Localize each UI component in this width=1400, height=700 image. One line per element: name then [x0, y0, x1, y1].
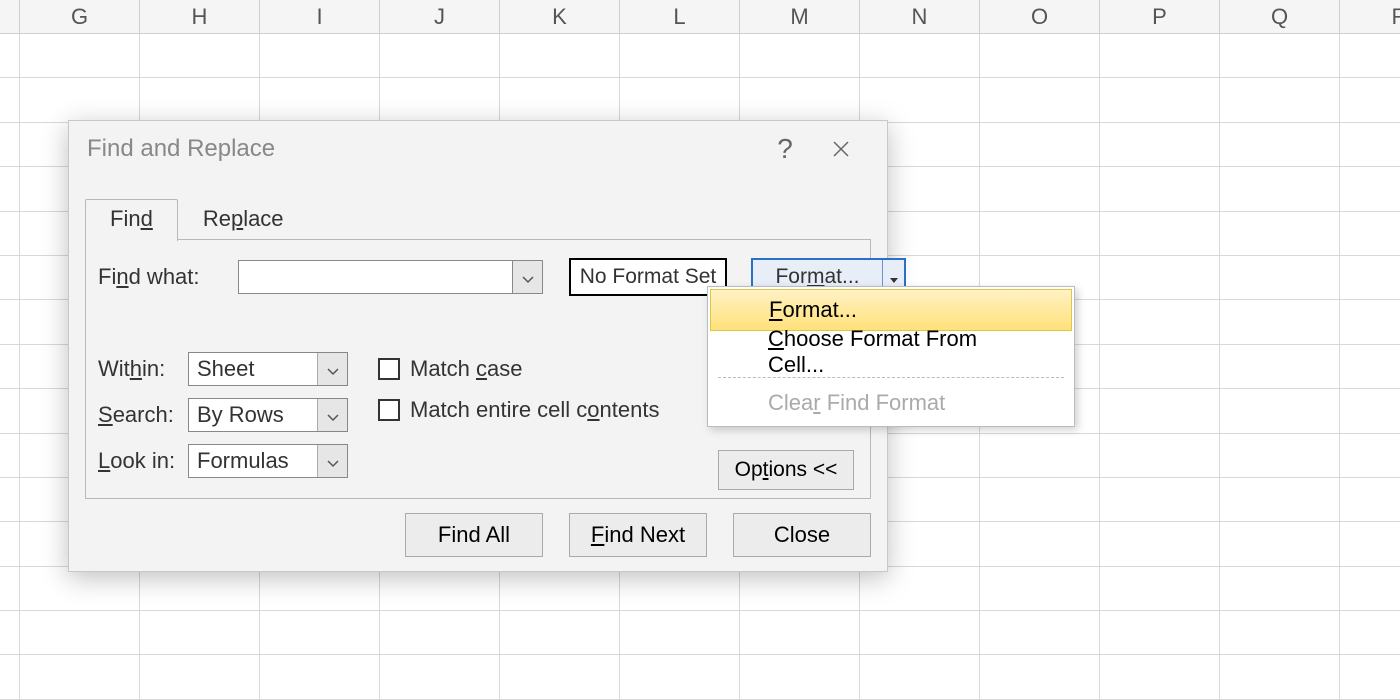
dialog-button-row: Find All Find Next Close: [69, 513, 871, 557]
chevron-down-icon: [327, 402, 339, 428]
checkbox-icon: [378, 358, 400, 380]
grid-row[interactable]: [0, 611, 1400, 655]
grid-row[interactable]: [0, 655, 1400, 699]
grid-row[interactable]: [0, 34, 1400, 78]
menu-item-format-label: Format...: [769, 297, 857, 323]
lookin-combo[interactable]: Formulas: [188, 444, 348, 478]
find-next-label: Find Next: [591, 522, 685, 548]
find-what-combo[interactable]: [238, 260, 543, 294]
tab-replace[interactable]: Replace: [178, 199, 309, 241]
chevron-down-icon: [327, 448, 339, 474]
match-case-checkbox[interactable]: Match case: [378, 356, 523, 382]
find-next-button[interactable]: Find Next: [569, 513, 707, 557]
find-all-label: Find All: [438, 522, 510, 548]
lookin-value: Formulas: [189, 448, 317, 474]
close-label: Close: [774, 522, 830, 548]
checkbox-icon: [378, 399, 400, 421]
col-header-p[interactable]: P: [1100, 0, 1220, 33]
menu-item-clear-format-label: Clear Find Format: [768, 390, 945, 416]
col-header-q[interactable]: Q: [1220, 0, 1340, 33]
lookin-label: Look in:: [98, 448, 178, 474]
menu-item-format[interactable]: Format...: [710, 289, 1072, 331]
col-header-o[interactable]: O: [980, 0, 1100, 33]
search-combo[interactable]: By Rows: [188, 398, 348, 432]
options-button[interactable]: Options <<: [718, 450, 854, 490]
find-what-dropdown[interactable]: [513, 260, 543, 294]
find-what-input[interactable]: [238, 260, 513, 294]
help-icon: ?: [777, 133, 793, 165]
menu-item-choose-format[interactable]: Choose Format From Cell...: [710, 331, 1072, 373]
dialog-titlebar[interactable]: Find and Replace ?: [69, 121, 887, 177]
match-entire-checkbox[interactable]: Match entire cell contents: [378, 397, 659, 423]
search-label: Search:: [98, 402, 178, 428]
col-header-blank[interactable]: [0, 0, 20, 33]
within-value: Sheet: [189, 356, 317, 382]
col-header-g[interactable]: G: [20, 0, 140, 33]
col-header-l[interactable]: L: [620, 0, 740, 33]
col-header-h[interactable]: H: [140, 0, 260, 33]
tabstrip: Find Replace: [85, 199, 309, 241]
match-case-label: Match case: [410, 356, 523, 382]
format-dropdown-menu: Format... Choose Format From Cell... Cle…: [707, 286, 1075, 427]
menu-item-choose-format-label: Choose Format From Cell...: [768, 326, 1014, 378]
help-button[interactable]: ?: [757, 125, 813, 173]
within-combo[interactable]: Sheet: [188, 352, 348, 386]
chevron-down-icon: [522, 264, 534, 290]
col-header-i[interactable]: I: [260, 0, 380, 33]
format-preview: No Format Set: [569, 258, 727, 296]
tab-find[interactable]: Find: [85, 199, 178, 241]
menu-item-clear-format: Clear Find Format: [710, 382, 1072, 424]
col-header-j[interactable]: J: [380, 0, 500, 33]
tab-replace-label: Replace: [203, 206, 284, 231]
within-label: Within:: [98, 356, 178, 382]
options-label: Options <<: [735, 458, 838, 481]
close-icon: [832, 133, 850, 165]
close-dialog-button[interactable]: Close: [733, 513, 871, 557]
column-headers-row: G H I J K L M N O P Q R: [0, 0, 1400, 34]
col-header-n[interactable]: N: [860, 0, 980, 33]
dialog-title: Find and Replace: [87, 135, 757, 163]
within-dropdown[interactable]: [317, 353, 347, 385]
grid-row[interactable]: [0, 78, 1400, 122]
close-button[interactable]: [813, 125, 869, 173]
search-dropdown[interactable]: [317, 399, 347, 431]
col-header-r[interactable]: R: [1340, 0, 1400, 33]
tab-find-label: Find: [110, 206, 153, 231]
col-header-m[interactable]: M: [740, 0, 860, 33]
lookin-dropdown[interactable]: [317, 445, 347, 477]
chevron-down-icon: [327, 356, 339, 382]
grid-row[interactable]: [0, 567, 1400, 611]
search-value: By Rows: [189, 402, 317, 428]
match-entire-label: Match entire cell contents: [410, 397, 659, 423]
find-what-label: Find what:: [98, 264, 228, 290]
col-header-k[interactable]: K: [500, 0, 620, 33]
find-all-button[interactable]: Find All: [405, 513, 543, 557]
